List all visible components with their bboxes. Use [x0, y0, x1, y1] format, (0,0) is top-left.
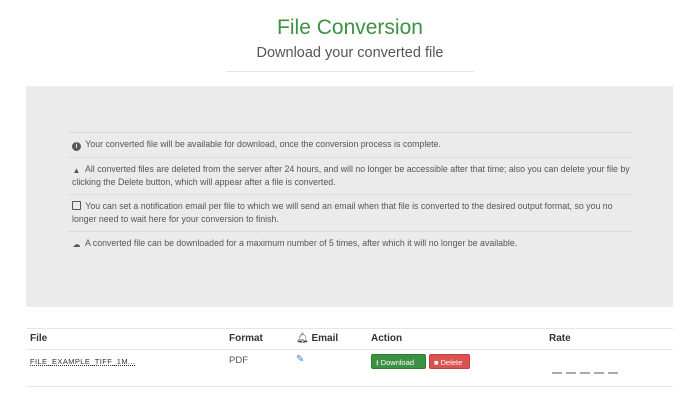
- trash-icon: ■: [434, 358, 439, 367]
- edit-email-icon[interactable]: ✎: [296, 354, 304, 365]
- delete-label: Delete: [440, 358, 463, 367]
- download-label: Download: [380, 358, 415, 367]
- info-panel: i Your converted file will be available …: [26, 86, 673, 307]
- cloud-download-icon: ☁: [72, 240, 81, 250]
- col-file: File: [30, 333, 48, 344]
- rating-star-2[interactable]: [566, 372, 576, 374]
- rating-star-5[interactable]: [608, 372, 618, 374]
- file-name[interactable]: FILE_EXAMPLE_TIFF_1M...: [30, 357, 135, 366]
- info-text: Your converted file will be available fo…: [85, 139, 441, 149]
- info-item-notification: You can set a notification email per fil…: [67, 194, 633, 231]
- user-icon: ▲: [72, 166, 81, 175]
- download-button[interactable]: ⭳ Download: [371, 354, 426, 369]
- page-title: File Conversion: [277, 16, 423, 39]
- rating-star-4[interactable]: [594, 372, 604, 374]
- info-item-availability: i Your converted file will be available …: [67, 132, 633, 157]
- table-row: FILE_EXAMPLE_TIFF_1M... PDF ✎ ⭳ Download…: [26, 350, 673, 387]
- info-item-download-limit: ☁ A converted file can be downloaded for…: [67, 231, 633, 256]
- rating-stars[interactable]: [552, 361, 622, 379]
- rating-star-1[interactable]: [552, 372, 562, 374]
- bell-icon: 🔔︎: [296, 333, 309, 344]
- info-text: A converted file can be downloaded for a…: [84, 238, 518, 249]
- col-email: 🔔︎ Email: [296, 333, 338, 344]
- envelope-icon: [72, 201, 81, 211]
- info-circle-icon: i: [72, 142, 81, 151]
- header-divider: [226, 71, 474, 72]
- info-text: You can set a notification email per fil…: [72, 201, 613, 224]
- rating-star-3[interactable]: [580, 372, 590, 374]
- info-list: i Your converted file will be available …: [67, 132, 633, 256]
- col-action: Action: [371, 333, 403, 344]
- files-table: File Format 🔔︎ Email Action Rate FILE_EX…: [26, 328, 673, 387]
- col-email-label: Email: [311, 333, 339, 344]
- info-item-deletion: ▲ All converted files are deleted from t…: [67, 157, 633, 194]
- info-text: All converted files are deleted from the…: [72, 164, 630, 187]
- table-header: File Format 🔔︎ Email Action Rate: [26, 328, 673, 350]
- file-format: PDF: [229, 355, 248, 366]
- col-rate: Rate: [549, 333, 571, 344]
- delete-button[interactable]: ■ Delete: [429, 354, 470, 369]
- download-icon: ⭳: [376, 358, 379, 367]
- page-subtitle: Download your converted file: [256, 45, 444, 61]
- col-format: Format: [229, 333, 263, 344]
